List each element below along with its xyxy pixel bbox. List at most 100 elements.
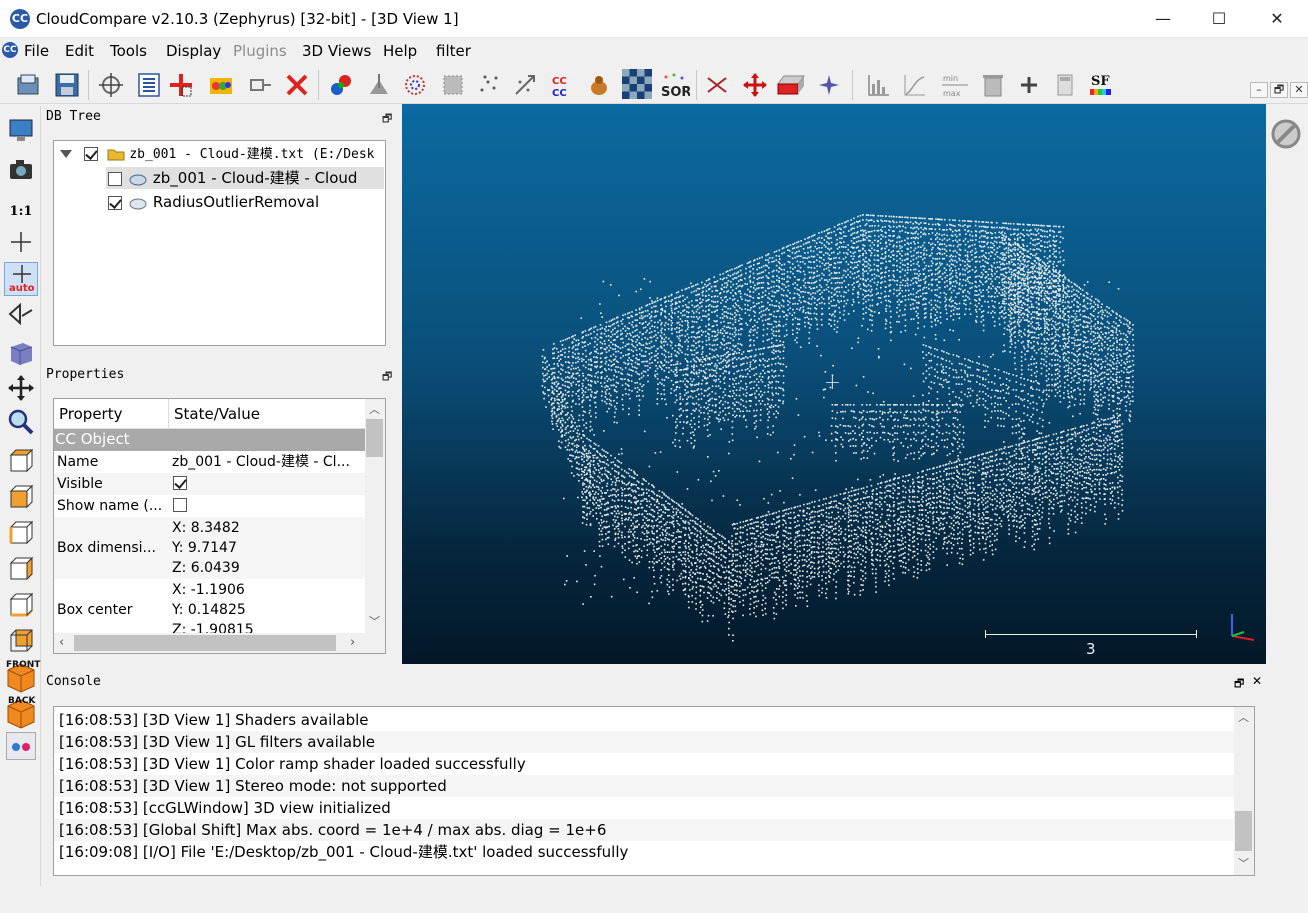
- menu-3d-views[interactable]: 3D Views: [302, 42, 371, 60]
- cloud-point: [946, 318, 948, 320]
- prop-row-visible[interactable]: Visible: [54, 473, 365, 495]
- menu-display[interactable]: Display: [166, 42, 221, 60]
- sf-icon[interactable]: SF: [1088, 72, 1114, 98]
- curve-icon[interactable]: [902, 72, 928, 98]
- front-view-icon[interactable]: [7, 482, 35, 510]
- menu-tools[interactable]: Tools: [110, 42, 147, 60]
- cloud-point: [735, 314, 738, 316]
- menu-filter[interactable]: filter: [436, 42, 471, 60]
- prop-row-box-dimensions[interactable]: Box dimensi... X: 8.3482 Y: 9.7147 Z: 6.…: [54, 517, 365, 579]
- camera-icon[interactable]: [7, 156, 35, 184]
- prop-row-box-center[interactable]: Box center X: -1.1906 Y: 0.14825 Z: -1.9…: [54, 579, 365, 641]
- scroll-thumb[interactable]: [366, 419, 383, 457]
- zoom-icon[interactable]: [7, 408, 35, 436]
- menu-help[interactable]: Help: [383, 42, 417, 60]
- tree-item-file[interactable]: zb_001 - Cloud-建模.txt (E:/Desk: [60, 143, 385, 165]
- prop-show-name-checkbox[interactable]: [173, 498, 187, 512]
- bottom-view-icon[interactable]: [7, 590, 35, 618]
- list-icon[interactable]: [136, 72, 162, 98]
- properties-horizontal-scrollbar[interactable]: ‹ ›: [54, 633, 385, 653]
- cut-icon[interactable]: [704, 72, 730, 98]
- stereo-icon[interactable]: [6, 732, 36, 760]
- normals-icon[interactable]: [366, 72, 392, 98]
- tree-item-radius-outlier-checkbox[interactable]: [108, 196, 122, 210]
- dog-icon[interactable]: [586, 72, 612, 98]
- close-button[interactable]: ✕: [1248, 0, 1306, 38]
- calculator-icon[interactable]: [1052, 72, 1078, 98]
- menu-plugins[interactable]: Plugins: [233, 42, 287, 60]
- merge-icon[interactable]: [328, 72, 354, 98]
- clone-icon[interactable]: [248, 72, 274, 98]
- cloud-point: [838, 257, 841, 259]
- cloud-point: [1027, 320, 1030, 323]
- histogram-icon[interactable]: [866, 72, 892, 98]
- tree-item-cloud-checkbox[interactable]: [108, 172, 122, 186]
- scroll-down-icon[interactable]: ﹀: [369, 613, 380, 629]
- iso-back-icon[interactable]: BACK: [5, 696, 37, 730]
- col-property-header[interactable]: Property: [59, 405, 122, 423]
- properties-vertical-scrollbar[interactable]: ︿ ﹀: [365, 399, 385, 633]
- cloud-point: [896, 255, 898, 257]
- cube-icon[interactable]: [7, 338, 35, 366]
- star-icon[interactable]: [816, 72, 842, 98]
- menu-app-icon[interactable]: CC: [2, 42, 18, 58]
- cloud-point: [630, 369, 632, 371]
- back-view-icon[interactable]: [7, 626, 35, 654]
- col-value-header[interactable]: State/Value: [174, 405, 260, 423]
- auto-pick-icon[interactable]: auto: [4, 262, 38, 296]
- properties-float-button[interactable]: 🗗: [382, 368, 392, 387]
- cloud-point: [1110, 387, 1112, 389]
- sor-icon[interactable]: SOR: [660, 72, 690, 98]
- tree-item-cloud[interactable]: zb_001 - Cloud-建模 - Cloud: [106, 167, 384, 189]
- crosshair-icon[interactable]: [7, 228, 35, 256]
- expand-arrow-icon[interactable]: [60, 150, 72, 158]
- 3d-viewport[interactable]: + 3: [402, 104, 1266, 664]
- tree-item-radius-outlier[interactable]: RadiusOutlierRemoval: [106, 191, 384, 213]
- prop-name-value[interactable]: zb_001 - Cloud-建模 - Cl...: [172, 451, 364, 473]
- maximize-button[interactable]: ☐: [1190, 0, 1248, 38]
- min-max-icon[interactable]: min max: [940, 72, 970, 98]
- prop-visible-checkbox[interactable]: [173, 476, 187, 490]
- cloud-point: [881, 230, 883, 232]
- plane-icon[interactable]: [776, 72, 806, 98]
- subsample-icon[interactable]: [476, 72, 502, 98]
- perspective-icon[interactable]: [7, 300, 35, 328]
- register-icon[interactable]: [512, 72, 538, 98]
- cloud-point: [772, 330, 775, 333]
- scroll-left-icon[interactable]: ‹: [59, 635, 64, 650]
- save-icon[interactable]: [54, 72, 80, 98]
- delete-icon[interactable]: [284, 72, 310, 98]
- cc-icon[interactable]: CC CC: [550, 72, 576, 98]
- db-tree-float-button[interactable]: 🗗: [382, 110, 392, 129]
- checkerboard-icon[interactable]: [622, 69, 652, 99]
- tree-item-file-checkbox[interactable]: [84, 147, 99, 161]
- one-to-one-icon[interactable]: 1:1: [7, 198, 35, 226]
- sample-points-icon[interactable]: [402, 72, 428, 98]
- cloud-point: [678, 327, 680, 329]
- cloud-point: [1063, 315, 1065, 317]
- mesh-icon[interactable]: [440, 72, 466, 98]
- prop-row-name[interactable]: Name zb_001 - Cloud-建模 - Cl...: [54, 451, 365, 473]
- cloud-point: [752, 287, 755, 289]
- minimize-button[interactable]: —: [1134, 0, 1192, 38]
- iso-front-icon[interactable]: FRONT: [5, 660, 40, 694]
- top-view-icon[interactable]: [7, 446, 35, 474]
- trash-can-icon[interactable]: [980, 72, 1006, 98]
- menu-file[interactable]: File: [24, 42, 49, 60]
- pick-rotation-center-icon[interactable]: [98, 72, 124, 98]
- add-point-icon[interactable]: [168, 72, 194, 98]
- monitor-icon[interactable]: [7, 116, 35, 144]
- move-icon[interactable]: [7, 374, 35, 402]
- prop-row-show-name[interactable]: Show name (...: [54, 495, 365, 517]
- right-view-icon[interactable]: [7, 554, 35, 582]
- translate-icon[interactable]: [742, 72, 768, 98]
- left-view-icon[interactable]: [7, 518, 35, 546]
- scroll-right-icon[interactable]: ›: [350, 635, 355, 650]
- h-scroll-thumb[interactable]: [74, 635, 336, 651]
- menu-edit[interactable]: Edit: [65, 42, 94, 60]
- scroll-up-icon[interactable]: ︿: [369, 401, 380, 417]
- open-icon[interactable]: [16, 72, 42, 98]
- plus-icon[interactable]: [1016, 72, 1042, 98]
- color-picker-icon[interactable]: [208, 72, 234, 98]
- cloud-point: [813, 312, 816, 315]
